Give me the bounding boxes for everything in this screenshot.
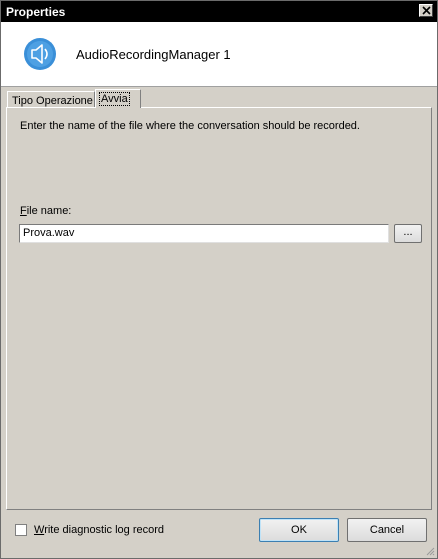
diagnostic-log-label-text: rite diagnostic log record: [44, 524, 165, 536]
file-name-mnemonic: F: [20, 205, 27, 217]
cancel-button[interactable]: Cancel: [347, 518, 427, 542]
file-name-input[interactable]: Prova.wav: [19, 224, 389, 243]
resize-grip-icon[interactable]: [425, 546, 435, 556]
file-name-label: File name:: [20, 205, 71, 217]
diagnostic-log-label[interactable]: Write diagnostic log record: [34, 524, 164, 536]
tab-panel-avvia: Enter the name of the file where the con…: [6, 107, 432, 510]
tab-label: Tipo Operazione: [12, 95, 93, 107]
diagnostic-log-mnemonic: W: [34, 524, 45, 536]
tab-tipo-operazione[interactable]: Tipo Operazione: [7, 91, 95, 107]
file-name-label-text: ile name:: [26, 205, 72, 217]
close-icon: [422, 6, 431, 15]
window-title: Properties: [6, 5, 66, 19]
tab-avvia[interactable]: Avvia: [95, 89, 141, 108]
header-banner: AudioRecordingManager 1: [1, 22, 437, 86]
title-bar[interactable]: Properties: [1, 1, 437, 22]
browse-button[interactable]: ...: [394, 224, 422, 243]
dialog-footer: Write diagnostic log record OK Cancel: [1, 511, 437, 558]
close-button[interactable]: [419, 4, 433, 17]
diagnostic-log-checkbox[interactable]: [15, 524, 27, 536]
tab-label: Avvia: [99, 92, 130, 106]
component-title: AudioRecordingManager 1: [76, 47, 231, 62]
speaker-icon: [24, 38, 56, 70]
ok-button[interactable]: OK: [259, 518, 339, 542]
instruction-text: Enter the name of the file where the con…: [20, 120, 360, 132]
properties-dialog: Properties AudioRecordingManager 1 Tipo …: [0, 0, 438, 559]
header-divider: [1, 86, 437, 87]
